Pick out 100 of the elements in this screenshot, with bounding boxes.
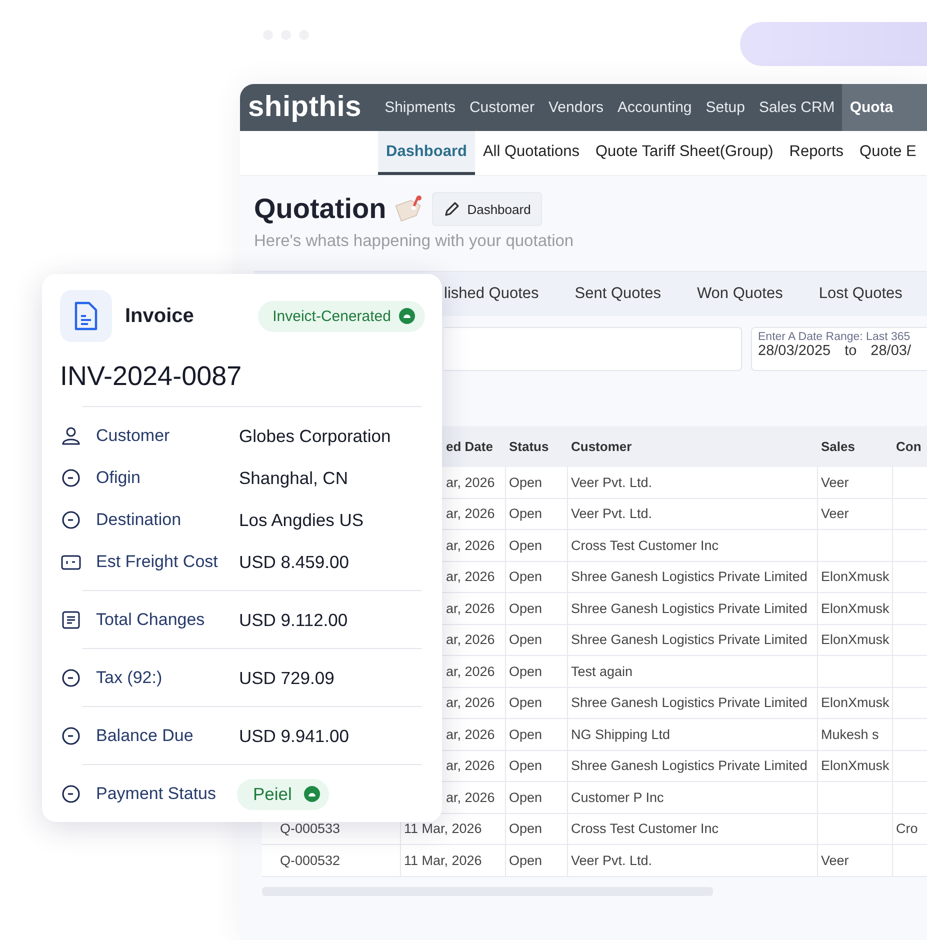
nav-item[interactable]: Customer xyxy=(462,84,542,131)
table-cell: NG Shipping Ltd xyxy=(571,726,670,742)
table-cell: Open xyxy=(509,852,542,868)
status-badge: Inveict-Cenerated xyxy=(258,300,425,332)
quote-tab[interactable]: lished Quotes xyxy=(444,272,557,316)
dashboard-button[interactable]: Dashboard xyxy=(432,192,542,226)
table-cell: Open xyxy=(509,632,542,648)
app-logo: shipthis xyxy=(247,90,362,125)
table-cell: Open xyxy=(509,664,542,679)
table-cell: Shree Ganesh Logistics Private Limited xyxy=(571,758,808,774)
table-cell: Veer Pvt. Ltd. xyxy=(571,506,652,522)
table-cell: Open xyxy=(509,600,542,616)
table-cell: Q-000532 xyxy=(280,852,340,868)
field-value: USD 729.09 xyxy=(239,668,334,688)
column-header[interactable]: Status xyxy=(509,439,549,454)
table-cell: ElonXmusk xyxy=(821,632,890,648)
table-cell: ar, 2026 xyxy=(446,790,495,805)
page-title: Quotation xyxy=(254,193,386,225)
table-cell: Cro xyxy=(896,821,918,836)
table-cell: Open xyxy=(509,726,542,742)
table-cell: Mukesh s xyxy=(821,726,879,742)
table-cell: Veer Pvt. Ltd. xyxy=(571,474,652,490)
circle-icon xyxy=(60,725,82,747)
table-cell: ar, 2026 xyxy=(446,664,495,679)
status-dot-icon xyxy=(399,308,415,324)
table-cell: Test again xyxy=(571,664,633,679)
field-label: Total Changes xyxy=(96,610,206,630)
table-cell: ElonXmusk xyxy=(821,695,890,710)
table-cell: Open xyxy=(509,695,542,710)
field-label: Balance Due xyxy=(96,726,194,746)
nav-item[interactable]: Quota xyxy=(842,84,927,131)
table-cell: Open xyxy=(509,569,542,584)
quote-tab[interactable]: Won Quotes xyxy=(678,272,801,316)
card-title: Invoice xyxy=(125,304,195,328)
table-cell: Open xyxy=(509,758,542,774)
status-dot-icon xyxy=(304,786,320,802)
field-value: USD 9.112.00 xyxy=(239,610,348,630)
field-value: Shanghal, CN xyxy=(239,468,348,488)
subnav-tab[interactable]: Quote Tariff Sheet(Group) xyxy=(587,131,782,175)
table-cell: ar, 2026 xyxy=(446,569,495,584)
table-cell: Shree Ganesh Logistics Private Limited xyxy=(571,632,808,648)
circle-icon xyxy=(60,467,82,489)
subnav-tab[interactable]: All Quotations xyxy=(474,131,588,175)
table-cell: Customer P Inc xyxy=(571,790,664,805)
table-cell: 11 Mar, 2026 xyxy=(404,852,482,868)
table-cell: ar, 2026 xyxy=(446,695,495,710)
nav-item[interactable]: Accounting xyxy=(610,84,699,131)
table-cell: Shree Ganesh Logistics Private Limited xyxy=(571,600,808,616)
table-cell: Shree Ganesh Logistics Private Limited xyxy=(571,695,808,710)
table-cell: Shree Ganesh Logistics Private Limited xyxy=(571,569,808,584)
table-cell: 11 Mar, 2026 xyxy=(404,821,482,836)
tag-icon xyxy=(394,194,424,224)
table-cell: ar, 2026 xyxy=(446,758,495,774)
table-cell: ar, 2026 xyxy=(446,474,495,490)
field-value: USD 8.459.00 xyxy=(239,552,349,572)
table-cell: ElonXmusk xyxy=(821,600,890,616)
field-label: Tax (92:) xyxy=(96,668,164,688)
circle-icon xyxy=(60,783,82,805)
column-header[interactable]: ed Date xyxy=(446,439,493,454)
field-label: Customer xyxy=(96,426,171,446)
table-cell: Cross Test Customer Inc xyxy=(571,538,719,553)
table-cell: Veer xyxy=(821,474,849,490)
payment-badge: Peiel xyxy=(237,778,329,810)
table-cell: Open xyxy=(509,538,542,553)
table-cell: ElonXmusk xyxy=(821,569,890,584)
table-cell: ar, 2026 xyxy=(446,506,495,522)
column-header[interactable]: Customer xyxy=(571,439,632,454)
subnav-tab[interactable]: Quote E xyxy=(852,131,924,175)
circle-icon xyxy=(60,667,82,689)
nav-item[interactable]: Sales CRM xyxy=(752,84,842,131)
table-cell: Veer xyxy=(821,506,849,522)
table-cell: Open xyxy=(509,506,542,522)
subnav-tab[interactable]: Dashboard xyxy=(378,131,475,175)
table-cell: Open xyxy=(509,790,542,805)
date-range-field[interactable]: Enter A Date Range: Last 365 28/03/2025 to 28/03/ xyxy=(751,327,927,371)
field-value: Globes Corporation xyxy=(239,426,391,446)
nav-item[interactable]: Vendors xyxy=(541,84,611,131)
document-icon xyxy=(60,290,112,342)
table-cell: ElonXmusk xyxy=(821,758,890,774)
nav-item[interactable]: Setup xyxy=(698,84,752,131)
subnav-tab[interactable]: Reports xyxy=(781,131,852,175)
field-label: Destination xyxy=(96,510,182,530)
column-header[interactable]: Sales xyxy=(821,439,855,454)
field-label: Est Freight Cost xyxy=(96,552,219,572)
field-label: Ofigin xyxy=(96,468,142,488)
invoice-number: INV-2024-0087 xyxy=(60,361,243,392)
table-cell: Open xyxy=(509,821,542,836)
search-field[interactable] xyxy=(444,327,742,371)
quote-tab[interactable]: Lost Quotes xyxy=(800,272,920,316)
pencil-icon xyxy=(443,200,462,218)
field-value: Los Angdies US xyxy=(239,510,364,530)
column-header[interactable]: Con xyxy=(896,439,922,454)
table-cell: ar, 2026 xyxy=(446,600,495,616)
circle-icon xyxy=(60,509,82,531)
table-cell: ar, 2026 xyxy=(446,538,495,553)
quote-tab[interactable]: Sent Quotes xyxy=(556,272,679,316)
field-label: Payment Status xyxy=(96,784,218,804)
table-cell: Veer xyxy=(821,852,849,868)
nav-item[interactable]: Shipments xyxy=(378,84,462,131)
list-icon xyxy=(60,609,82,631)
